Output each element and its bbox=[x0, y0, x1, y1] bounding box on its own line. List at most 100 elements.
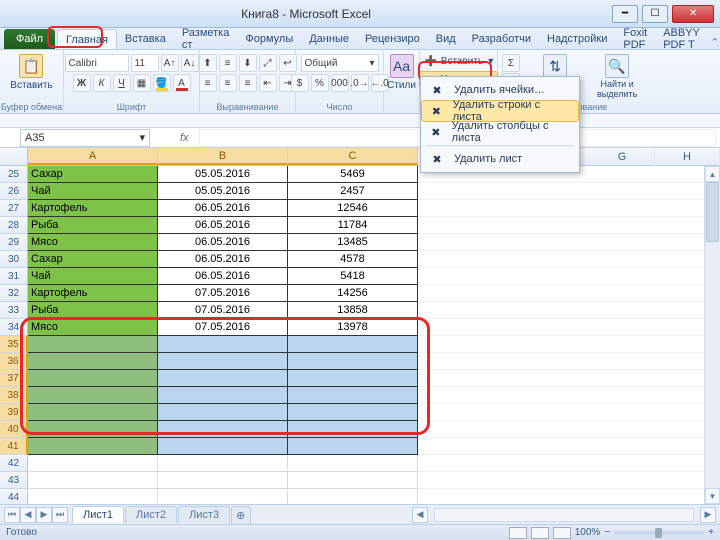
row-header[interactable]: 40 bbox=[0, 421, 28, 438]
cell[interactable]: 06.05.2016 bbox=[158, 200, 288, 217]
table-row[interactable]: 27Картофель06.05.201612546 bbox=[0, 200, 720, 217]
row-header[interactable]: 32 bbox=[0, 285, 28, 302]
cell[interactable] bbox=[288, 404, 418, 421]
col-header-G[interactable]: G bbox=[590, 148, 655, 166]
view-layout-icon[interactable] bbox=[531, 527, 549, 539]
table-row[interactable]: 36 bbox=[0, 353, 720, 370]
col-header-H[interactable]: H bbox=[655, 148, 720, 166]
borders-icon[interactable]: ▦ bbox=[133, 74, 151, 92]
increase-decimal-icon[interactable]: .0→ bbox=[351, 74, 369, 92]
wrap-text-icon[interactable]: ↩ bbox=[279, 54, 297, 72]
cell[interactable] bbox=[158, 370, 288, 387]
currency-icon[interactable]: $ bbox=[291, 74, 309, 92]
cell[interactable] bbox=[418, 404, 720, 421]
cell[interactable] bbox=[418, 472, 720, 489]
cell[interactable]: Рыба bbox=[28, 302, 158, 319]
cell[interactable] bbox=[288, 421, 418, 438]
cell[interactable] bbox=[418, 200, 720, 217]
cell[interactable] bbox=[418, 336, 720, 353]
fill-color-icon[interactable]: 🪣 bbox=[153, 74, 171, 92]
cell[interactable]: 07.05.2016 bbox=[158, 302, 288, 319]
cell[interactable] bbox=[158, 438, 288, 455]
zoom-in-icon[interactable]: + bbox=[708, 527, 714, 538]
column-headers[interactable]: A B C G H bbox=[0, 148, 720, 166]
cell[interactable] bbox=[418, 387, 720, 404]
cell[interactable]: 07.05.2016 bbox=[158, 319, 288, 336]
table-row[interactable]: 31Чай06.05.20165418 bbox=[0, 268, 720, 285]
cell[interactable]: 5469 bbox=[288, 166, 418, 183]
cell[interactable]: 2457 bbox=[288, 183, 418, 200]
cell[interactable]: 13978 bbox=[288, 319, 418, 336]
scroll-down-icon[interactable]: ▼ bbox=[705, 488, 720, 504]
table-row[interactable]: 35 bbox=[0, 336, 720, 353]
cell[interactable] bbox=[158, 387, 288, 404]
row-header[interactable]: 35 bbox=[0, 336, 28, 353]
align-middle-icon[interactable]: ≡ bbox=[219, 54, 237, 72]
cell[interactable]: 06.05.2016 bbox=[158, 268, 288, 285]
spreadsheet-grid[interactable]: A B C G H 25Сахар05.05.2016546926Чай05.0… bbox=[0, 148, 720, 510]
row-header[interactable]: 26 bbox=[0, 183, 28, 200]
row-header[interactable]: 36 bbox=[0, 353, 28, 370]
table-row[interactable]: 30Сахар06.05.20164578 bbox=[0, 251, 720, 268]
cell[interactable] bbox=[288, 387, 418, 404]
table-row[interactable]: 28Рыба06.05.201611784 bbox=[0, 217, 720, 234]
align-bottom-icon[interactable]: ⬇ bbox=[239, 54, 257, 72]
zoom-out-icon[interactable]: − bbox=[604, 527, 610, 538]
table-row[interactable]: 33Рыба07.05.201613858 bbox=[0, 302, 720, 319]
row-header[interactable]: 30 bbox=[0, 251, 28, 268]
row-header[interactable]: 28 bbox=[0, 217, 28, 234]
ribbon-minimize-icon[interactable]: ⌃ bbox=[708, 35, 720, 49]
align-right-icon[interactable]: ≡ bbox=[239, 74, 257, 92]
ribbon-tab-10[interactable]: ABBYY PDF T bbox=[655, 29, 708, 49]
ribbon-tab-6[interactable]: Вид bbox=[428, 29, 464, 49]
table-row[interactable]: 42 bbox=[0, 455, 720, 472]
menu-item-1[interactable]: ✖Удалить строки с листа bbox=[421, 100, 579, 122]
cell[interactable] bbox=[418, 183, 720, 200]
ribbon-tab-9[interactable]: Foxit PDF bbox=[615, 29, 655, 49]
table-row[interactable]: 41 bbox=[0, 438, 720, 455]
cell[interactable] bbox=[418, 370, 720, 387]
cell[interactable] bbox=[28, 472, 158, 489]
row-header[interactable]: 39 bbox=[0, 404, 28, 421]
sheet-tab-active[interactable]: Лист1 bbox=[72, 506, 124, 523]
align-top-icon[interactable]: ⬆ bbox=[199, 54, 217, 72]
menu-item-0[interactable]: ✖Удалить ячейки… bbox=[422, 79, 578, 101]
cell[interactable] bbox=[28, 421, 158, 438]
cell[interactable]: 05.05.2016 bbox=[158, 166, 288, 183]
cell[interactable] bbox=[158, 421, 288, 438]
maximize-button[interactable]: ☐ bbox=[642, 5, 668, 23]
cell[interactable]: 13858 bbox=[288, 302, 418, 319]
cell[interactable] bbox=[418, 421, 720, 438]
cell[interactable] bbox=[28, 336, 158, 353]
table-row[interactable]: 32Картофель07.05.201614256 bbox=[0, 285, 720, 302]
close-button[interactable]: ✕ bbox=[672, 5, 714, 23]
select-all-corner[interactable] bbox=[0, 148, 28, 165]
col-header-B[interactable]: B bbox=[158, 148, 288, 165]
ribbon-tab-7[interactable]: Разработчи bbox=[464, 29, 539, 49]
scroll-thumb[interactable] bbox=[706, 182, 719, 242]
ribbon-tab-0[interactable]: Главная bbox=[57, 29, 117, 49]
view-normal-icon[interactable] bbox=[509, 527, 527, 539]
hscroll-left-icon[interactable]: ◀ bbox=[412, 507, 428, 523]
new-sheet-icon[interactable]: ⊕ bbox=[231, 506, 251, 524]
decrease-indent-icon[interactable]: ⇤ bbox=[259, 74, 277, 92]
cell[interactable] bbox=[288, 472, 418, 489]
ribbon-tab-1[interactable]: Вставка bbox=[117, 29, 174, 49]
cell[interactable]: 4578 bbox=[288, 251, 418, 268]
font-color-icon[interactable]: A bbox=[173, 74, 191, 92]
comma-icon[interactable]: 000 bbox=[331, 74, 349, 92]
cell[interactable]: Рыба bbox=[28, 217, 158, 234]
view-break-icon[interactable] bbox=[553, 527, 571, 539]
cell[interactable]: 05.05.2016 bbox=[158, 183, 288, 200]
cell[interactable]: Картофель bbox=[28, 285, 158, 302]
table-row[interactable]: 39 bbox=[0, 404, 720, 421]
cell[interactable] bbox=[288, 370, 418, 387]
sheet-nav-prev-icon[interactable]: ◀ bbox=[20, 507, 36, 523]
name-box[interactable]: A35 ▾ bbox=[20, 129, 150, 147]
cell[interactable] bbox=[418, 285, 720, 302]
row-header[interactable]: 33 bbox=[0, 302, 28, 319]
menu-item-3[interactable]: ✖Удалить лист bbox=[422, 148, 578, 170]
cell[interactable]: Сахар bbox=[28, 166, 158, 183]
styles-button[interactable]: Aa Стили bbox=[383, 52, 420, 93]
autosum-icon[interactable]: Σ bbox=[502, 54, 520, 72]
